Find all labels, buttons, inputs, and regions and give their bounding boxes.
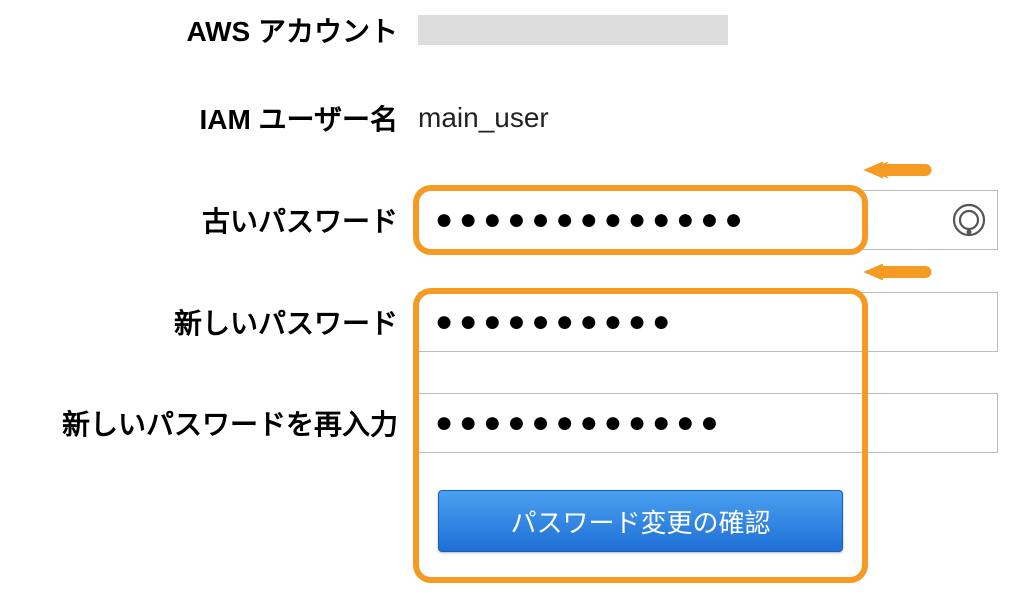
new-password-row: 新しいパスワード xyxy=(0,292,1000,352)
aws-account-value-redacted xyxy=(418,15,728,45)
new-password-label: 新しいパスワード xyxy=(0,302,398,342)
old-password-row: 古いパスワード xyxy=(0,190,1000,250)
retype-password-row: 新しいパスワードを再入力 xyxy=(0,393,1000,453)
confirm-password-change-button[interactable]: パスワード変更の確認 xyxy=(438,490,843,552)
password-manager-icon[interactable] xyxy=(951,202,987,238)
iam-username-row: IAM ユーザー名 main_user xyxy=(0,98,1000,138)
retype-password-label: 新しいパスワードを再入力 xyxy=(0,403,398,443)
iam-username-value: main_user xyxy=(418,102,549,134)
old-password-label: 古いパスワード xyxy=(0,200,398,240)
retype-password-input-wrapper xyxy=(418,393,998,453)
retype-password-input[interactable] xyxy=(419,394,997,452)
iam-username-label: IAM ユーザー名 xyxy=(0,98,398,138)
aws-account-label: AWS アカウント xyxy=(0,10,398,50)
aws-account-row: AWS アカウント xyxy=(0,10,1000,50)
